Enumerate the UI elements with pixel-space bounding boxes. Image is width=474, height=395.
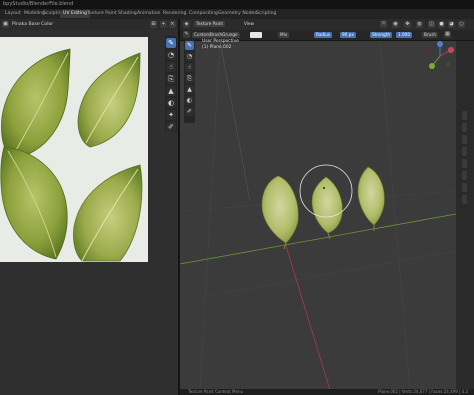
- status-left-text: Texture Paint Context Menu: [188, 389, 244, 394]
- radius-label[interactable]: Radius: [314, 31, 333, 38]
- strength-value[interactable]: 1.000: [396, 31, 412, 38]
- clone-tool-icon[interactable]: ⎘: [185, 74, 194, 83]
- blend-mode-dropdown[interactable]: Mix: [278, 31, 290, 38]
- sidebar-tab-item[interactable]: [462, 111, 467, 120]
- xray-icon[interactable]: ◫: [428, 21, 435, 28]
- tab-scripting[interactable]: Scripting: [253, 10, 279, 18]
- sidebar-tab-addon[interactable]: [462, 171, 467, 180]
- visibility-icon[interactable]: ◉: [392, 21, 399, 28]
- title-bar: bpyStudio/BlenderFile.blend: [0, 0, 474, 9]
- active-object: (1) Plane.002: [202, 44, 232, 50]
- image-new-icon[interactable]: +: [160, 21, 167, 28]
- soften-icon[interactable]: ◔: [166, 50, 176, 60]
- status-bar: Texture Paint Context Menu Plane.002 | V…: [180, 389, 474, 395]
- mask-icon[interactable]: ◐: [166, 98, 176, 108]
- sidebar-tab-misc[interactable]: [462, 159, 467, 168]
- mode-dropdown[interactable]: Texture Paint: [194, 21, 226, 27]
- image-browse-icon[interactable]: ▣: [2, 21, 9, 28]
- draw-tool-icon[interactable]: ✎: [185, 41, 194, 50]
- workspace-tab-bar: Layout Modeling Sculpting UV Editing Tex…: [0, 9, 474, 19]
- sidebar-tab-view[interactable]: [462, 135, 467, 144]
- annotate-icon[interactable]: ✐: [166, 122, 176, 132]
- navigation-gizmo[interactable]: [424, 40, 456, 72]
- editor-type-icon[interactable]: ◈: [183, 21, 190, 28]
- viewport-header: ◈ Texture Paint View ⤧ ◉ ✥ ◍ ◫ ● ◕ ○: [180, 19, 474, 30]
- clone-icon[interactable]: ⎘: [166, 74, 176, 84]
- brush-icon[interactable]: ✎: [183, 31, 190, 38]
- leaf-mesh-center[interactable]: [311, 176, 343, 240]
- brush-color-swatch[interactable]: [250, 31, 262, 38]
- leaf-texture-image: [0, 37, 148, 262]
- sidebar-tab-extra[interactable]: [462, 195, 467, 204]
- 3d-viewport[interactable]: [180, 41, 456, 390]
- sidebar-tab-options[interactable]: [462, 183, 467, 192]
- smear-tool-icon[interactable]: ☝: [185, 63, 194, 72]
- brush-menu[interactable]: Brush: [422, 31, 439, 38]
- image-editor-toolbar: ✎ ◔ ☝ ⎘ ▲ ◐ ✦ ✐: [165, 36, 177, 132]
- overlay-icon[interactable]: ◍: [416, 21, 423, 28]
- viewport-info: User Perspective (1) Plane.002: [202, 39, 239, 50]
- fill-tool-icon[interactable]: ▲: [185, 85, 194, 94]
- sidebar-tabs: [456, 41, 474, 390]
- sidebar-tab-tool[interactable]: [462, 123, 467, 132]
- sample-icon[interactable]: ✦: [166, 110, 176, 120]
- view-menu[interactable]: View: [242, 21, 256, 27]
- transform-orientation-icon[interactable]: ⤧: [380, 21, 387, 28]
- mask-tool-icon[interactable]: ◐: [185, 96, 194, 105]
- leaf-mesh-right[interactable]: [357, 166, 385, 231]
- smear-icon[interactable]: ☝: [166, 62, 176, 72]
- texture-slot-icon[interactable]: ▦: [444, 31, 451, 38]
- window-title: bpyStudio/BlenderFile.blend: [3, 1, 74, 7]
- image-name[interactable]: Pinaka Base Color: [12, 21, 53, 28]
- draw-brush-icon[interactable]: ✎: [166, 38, 176, 48]
- image-close-icon[interactable]: ×: [169, 21, 176, 28]
- shading-solid-icon[interactable]: ●: [438, 21, 445, 28]
- sidebar-tab-edit[interactable]: [462, 147, 467, 156]
- viewport-toolbar: ✎ ◔ ☝ ⎘ ▲ ◐ ✐: [184, 39, 195, 123]
- shading-rendered-icon[interactable]: ○: [458, 21, 465, 28]
- image-pin-icon[interactable]: ⊞: [150, 21, 157, 28]
- gizmo-icon[interactable]: ✥: [404, 21, 411, 28]
- tab-animation[interactable]: Animation: [134, 10, 163, 18]
- shading-material-icon[interactable]: ◕: [448, 21, 455, 28]
- viewport-scene: [180, 41, 456, 390]
- brush-name-field[interactable]: CustomBrushGrunge: [192, 31, 240, 38]
- annotate-tool-icon[interactable]: ✐: [185, 107, 194, 116]
- leaf-mesh-left[interactable]: [261, 175, 299, 250]
- fill-icon[interactable]: ▲: [166, 86, 176, 96]
- soften-tool-icon[interactable]: ◔: [185, 52, 194, 61]
- radius-value[interactable]: 90 px: [340, 31, 356, 38]
- strength-label[interactable]: Strength: [370, 31, 393, 38]
- status-right-text: Plane.002 | Verts:24,677 | Faces:24,499 …: [378, 389, 468, 394]
- view-name: User Perspective: [202, 39, 239, 44]
